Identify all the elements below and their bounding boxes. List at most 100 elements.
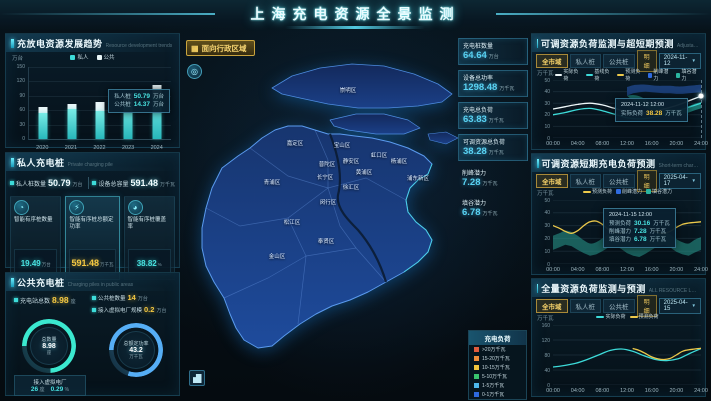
map-tool-icon[interactable]: ◎ [187, 64, 202, 79]
date-select[interactable]: 2025-04-17▼ [659, 173, 701, 189]
region-mode-button[interactable]: ▦ 面向行政区域 [186, 40, 255, 56]
panel-title: 充放电资源发展趋势 Resource development trends [6, 34, 179, 52]
legend-swatch-icon [630, 316, 638, 318]
load-legend-item: 0-1万千瓦 [469, 390, 526, 399]
stat-value: 1298.48 [463, 82, 497, 93]
public-stat-0: 公共桩数量14万台 [92, 293, 148, 302]
date-value: 2025-04-17 [664, 175, 689, 187]
tab-私人桩[interactable]: 私人桩 [570, 299, 602, 313]
stat-value: 63.83 [463, 114, 487, 125]
stat-unit: 万千瓦 [489, 149, 504, 156]
stat-label: 私人桩数量 [16, 179, 46, 188]
legend-item-削峰潜力[interactable]: 削峰潜力 [616, 188, 642, 195]
legend-item-预测负荷[interactable]: 预测负荷 [583, 188, 612, 195]
tab-公共桩[interactable]: 公共桩 [603, 54, 635, 68]
legend-swatch-icon [474, 383, 479, 388]
series-预测负荷 [633, 348, 701, 359]
chart-plot-area: 0102030405000:0004:0008:0012:0016:0020:0… [537, 200, 700, 273]
card-value: 38.82 [137, 259, 157, 268]
tab-公共桩[interactable]: 公共桩 [603, 174, 635, 188]
panel-charging-resource-trend: 充放电资源发展趋势 Resource development trends 万台… [5, 33, 180, 148]
y-tick-label: 30 [537, 223, 550, 229]
chart-plot-area: 0102030405000:0004:0008:0012:0016:0020:0… [537, 80, 700, 147]
load-legend-item: 10-15万千瓦 [469, 363, 526, 372]
legend-swatch-icon [474, 392, 479, 397]
x-tick-label: 2024 [151, 145, 163, 151]
tab-全市域[interactable]: 全市域 [536, 299, 568, 313]
x-tick-label: 20:00 [669, 388, 683, 394]
title-accent-bar [537, 159, 539, 168]
panel-title-text: 充放电资源发展趋势 [17, 37, 103, 50]
private-stat-1: 设备总容量591.48万千瓦 [92, 178, 175, 188]
stat-label: 接入虚拟电厂规模 [98, 306, 142, 314]
stat-value: 8.98 [52, 295, 69, 305]
chevron-down-icon: ▼ [692, 303, 696, 308]
map-stat-4: 削峰潜力7.28万千瓦 [458, 166, 528, 191]
legend-label: 私人 [77, 53, 88, 61]
public-count-donut: 总数量 8.98 座 [22, 319, 76, 373]
line-chart[interactable] [553, 325, 701, 385]
legend-item-公共[interactable]: 公共 [97, 53, 115, 61]
title-accent-bar [537, 39, 538, 48]
title-accent-bar [11, 158, 14, 167]
title-accent-bar [537, 284, 538, 293]
tooltip-unit: 万千瓦 [650, 228, 667, 236]
legend-item-填谷潜力[interactable]: 填谷潜力 [646, 188, 672, 195]
stat-bullet-icon [14, 298, 18, 302]
tooltip-value: 6.78 [634, 236, 647, 244]
bar-segment-private [96, 111, 105, 139]
power-icon: ⚡ [69, 200, 84, 215]
tooltip-row: 削峰潜力7.28万千瓦 [609, 228, 670, 236]
stat-unit: 万千瓦 [489, 117, 504, 124]
tooltip-value: 38.28 [646, 110, 662, 118]
tab-全市域[interactable]: 全市域 [536, 54, 568, 68]
tab-全市域[interactable]: 全市域 [536, 174, 568, 188]
district-label-长宁区: 长宁区 [317, 173, 334, 181]
legend-swatch-icon [676, 73, 681, 78]
card-value: 591.48 [71, 258, 99, 268]
tab-私人桩[interactable]: 私人桩 [570, 54, 602, 68]
y-tick-label: 30 [12, 122, 25, 128]
donut-value: 8.98 [42, 343, 56, 350]
legend-label: 实际负荷 [605, 313, 625, 320]
legend-item-私人[interactable]: 私人 [70, 53, 88, 61]
donut-unit: 座 [47, 350, 52, 356]
y-tick-label: 60 [12, 107, 25, 113]
x-tick-label: 20:00 [669, 141, 683, 147]
x-tick-label: 00:00 [546, 267, 560, 273]
legend-item-实际负荷[interactable]: 实际负荷 [596, 313, 625, 320]
region-mode-label: 面向行政区域 [202, 43, 247, 54]
date-select[interactable]: 2024-11-12▼ [659, 53, 701, 69]
legend-swatch-icon [648, 73, 653, 78]
stat-value-row: 1298.48万千瓦 [463, 82, 523, 93]
stat-label: 公共桩数量 [98, 294, 126, 302]
legend-swatch-icon [474, 374, 479, 379]
stat-value-row: 38.28万千瓦 [463, 146, 523, 157]
card-unit: 万台 [42, 262, 51, 267]
panel-adjustable-load-monitor: 可调资源负荷监测与超短期预测Adjustable resource load m… [531, 33, 706, 150]
map-stats-column: 充电桩数量64.64万台设备总功率1298.48万千瓦充电总负荷63.83万千瓦… [458, 38, 528, 226]
tab-公共桩[interactable]: 公共桩 [603, 299, 635, 313]
title-accent-bar [11, 39, 14, 48]
area-削峰潜力 [627, 85, 701, 96]
hover-marker-dot [699, 94, 704, 99]
legend-label: 10-15万千瓦 [482, 364, 510, 371]
city-view-button[interactable] [189, 370, 205, 386]
y-tick-label: 40 [537, 89, 550, 95]
y-axis-unit: 万千瓦 [537, 189, 554, 197]
legend-swatch-icon [474, 347, 479, 352]
date-value: 2025-04-15 [664, 300, 689, 312]
panel-subtitle-text: Short-term charging load forecasting [659, 163, 700, 169]
private-stats-row: 私人桩数量50.79万台设备总容量591.48万千瓦 [10, 173, 175, 193]
panel-title-text: 全量资源负荷监测与预测 [541, 282, 646, 295]
private-stat-0: 私人桩数量50.79万台 [10, 178, 85, 188]
panel-title: 公共充电桩 Charging piles in public areas [6, 273, 179, 291]
legend-swatch-icon [596, 316, 604, 318]
date-select[interactable]: 2025-04-15▼ [659, 298, 701, 314]
legend-item-预测负荷[interactable]: 预测负荷 [630, 313, 659, 320]
building-icon [193, 374, 202, 383]
tab-私人桩[interactable]: 私人桩 [570, 174, 602, 188]
legend-swatch-icon [70, 55, 75, 60]
tooltip-row: 实际负荷38.28万千瓦 [621, 110, 682, 118]
y-tick-label: 30 [537, 101, 550, 107]
